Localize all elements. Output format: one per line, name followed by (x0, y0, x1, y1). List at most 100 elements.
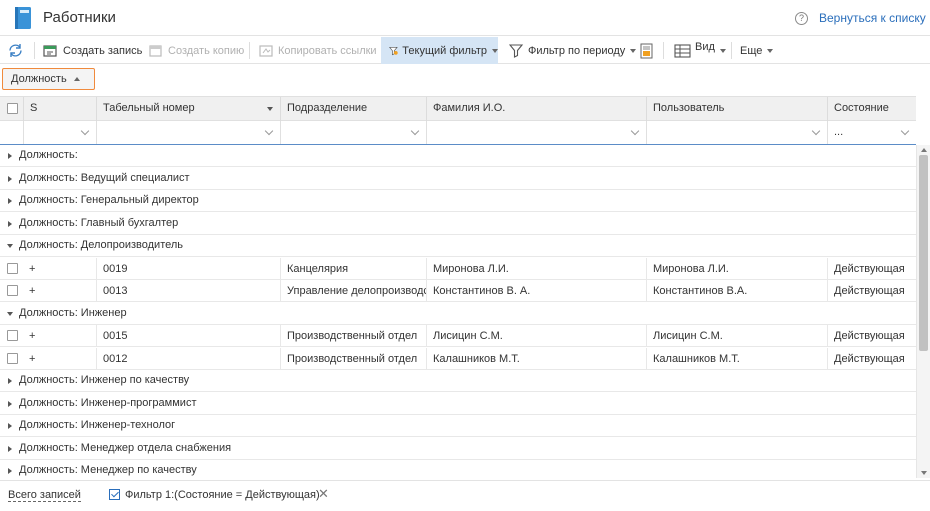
cell-dept: Канцелярия (280, 258, 426, 280)
active-filter-label: Фильтр 1:(Состояние = Действующая) (125, 489, 320, 501)
expand-icon[interactable] (8, 423, 12, 429)
period-filter-icon (509, 43, 524, 58)
refresh-icon (9, 44, 22, 57)
chevron-down-icon (811, 126, 821, 136)
expand-icon[interactable] (8, 401, 12, 407)
cell-status: Действующая (827, 280, 916, 302)
row-checkbox[interactable] (7, 330, 18, 341)
vertical-scrollbar[interactable] (916, 145, 930, 478)
column-header-name[interactable]: Фамилия И.О. (426, 97, 646, 121)
collapse-icon[interactable] (7, 312, 13, 316)
expand-icon[interactable] (8, 378, 12, 384)
table-row[interactable]: +0013Управление делопроизводстваКонстант… (0, 280, 916, 302)
filter-checkbox[interactable] (109, 489, 120, 500)
group-row[interactable]: Должность: Главный бухгалтер (0, 213, 916, 235)
group-row[interactable]: Должность: Инженер по качеству (0, 370, 916, 392)
group-row[interactable]: Должность: Менеджер отдела снабжения (0, 438, 916, 460)
filter-user[interactable] (646, 121, 827, 144)
total-records-link[interactable]: Всего записей (8, 489, 81, 502)
column-header-s[interactable]: S (23, 97, 96, 121)
book-icon (15, 7, 31, 29)
cell-s: + (29, 330, 36, 342)
row-checkbox[interactable] (7, 353, 18, 364)
group-row[interactable]: Должность: Ведущий специалист (0, 168, 916, 190)
filter-tab-number[interactable] (96, 121, 280, 144)
group-row[interactable]: Должность: Инженер-технолог (0, 415, 916, 437)
group-row-label: Должность: Ведущий специалист (19, 172, 190, 184)
collapse-icon[interactable] (7, 244, 13, 248)
column-header-tab-number[interactable]: Табельный номер (96, 97, 280, 121)
chevron-down-icon (630, 48, 637, 53)
filter-icon (389, 46, 398, 55)
expand-icon[interactable] (8, 221, 12, 227)
select-all-checkbox[interactable] (7, 103, 18, 114)
close-icon[interactable]: ✕ (318, 486, 329, 502)
column-header-department[interactable]: Подразделение (280, 97, 426, 121)
cell-user: Константинов В.А. (646, 280, 827, 302)
column-header-status[interactable]: Состояние (827, 97, 916, 121)
current-filter-button[interactable]: Текущий фильтр (381, 37, 498, 64)
toolbar-divider (663, 42, 664, 59)
filter-name[interactable] (426, 121, 646, 144)
back-to-list-link[interactable]: Вернуться к списку (819, 11, 926, 25)
cell-s: + (29, 285, 36, 297)
toolbar-divider (249, 42, 250, 59)
group-row-label: Должность: Инженер (19, 307, 127, 319)
expand-icon[interactable] (8, 153, 12, 159)
scroll-thumb[interactable] (919, 155, 928, 351)
group-row[interactable]: Должность: Генеральный директор (0, 190, 916, 212)
cell-name: Миронова Л.И. (426, 258, 646, 280)
copy-links-button[interactable]: Копировать ссылки (259, 37, 377, 64)
group-row-label: Должность: (19, 149, 78, 161)
cell-name: Калашников М.Т. (426, 348, 646, 370)
group-by-chip[interactable]: Должность (2, 68, 95, 90)
expand-icon[interactable] (8, 198, 12, 204)
copy-links-label: Копировать ссылки (278, 44, 377, 57)
create-record-button[interactable]: Создать запись (43, 37, 142, 64)
create-copy-button[interactable]: Создать копию (149, 37, 244, 64)
grid-body: Должность: Должность: Ведущий специалист Д… (0, 145, 916, 478)
filter-department[interactable] (280, 121, 426, 144)
more-button[interactable]: Еще (740, 37, 774, 64)
refresh-button[interactable] (7, 37, 24, 64)
export-icon (640, 43, 653, 58)
group-row[interactable]: Должность: Делопроизводитель (0, 235, 916, 257)
group-row-label: Должность: Инженер по качеству (19, 374, 190, 386)
group-row[interactable]: Должность: Менеджер по качеству (0, 460, 916, 478)
period-filter-button[interactable]: Фильтр по периоду (509, 37, 637, 64)
chevron-down-icon (767, 48, 774, 53)
status-bar: Всего записей Фильтр 1:(Состояние = Дейс… (0, 480, 930, 511)
scroll-down-icon[interactable] (921, 471, 927, 475)
sort-ascending-icon (74, 77, 80, 81)
help-icon[interactable]: ? (795, 12, 808, 25)
expand-icon[interactable] (8, 176, 12, 182)
table-row[interactable]: +0012 Производственный отдел Калашников М.… (0, 348, 916, 370)
view-button[interactable]: Вид (674, 37, 726, 64)
group-row-label: Должность: Инженер-технолог (19, 419, 176, 431)
table-view-icon (674, 43, 691, 58)
create-record-label: Создать запись (63, 44, 143, 57)
filter-s[interactable] (23, 121, 96, 144)
export-button[interactable] (639, 37, 654, 64)
cell-name: Лисицин С.М. (426, 325, 646, 347)
group-row[interactable]: Должность: Инженер-программист (0, 393, 916, 415)
table-row[interactable]: +0015 Производственный отдел Лисицин С.М. Л… (0, 325, 916, 347)
column-header-tab-number-label: Табельный номер (103, 102, 195, 114)
row-checkbox[interactable] (7, 263, 18, 274)
row-checkbox[interactable] (7, 285, 18, 296)
link-copy-icon (259, 44, 273, 57)
cell-tab: 0012 (96, 348, 280, 370)
cell-s: + (29, 353, 36, 365)
group-row[interactable]: Должность: (0, 145, 916, 167)
table-row[interactable]: +0019 Канцелярия Миронова Л.И. Миронова Л.И… (0, 258, 916, 280)
more-label: Еще (740, 44, 763, 57)
filter-status[interactable]: ... (827, 121, 916, 144)
group-row[interactable]: Должность: Инженер (0, 303, 916, 325)
cell-tab: 0019 (96, 258, 280, 280)
page-header: Работники ? Вернуться к списку (0, 0, 930, 36)
scroll-up-icon[interactable] (921, 148, 927, 152)
column-header-user[interactable]: Пользователь (646, 97, 827, 121)
expand-icon[interactable] (8, 446, 12, 452)
period-filter-label: Фильтр по периоду (528, 44, 626, 57)
expand-icon[interactable] (8, 468, 12, 474)
